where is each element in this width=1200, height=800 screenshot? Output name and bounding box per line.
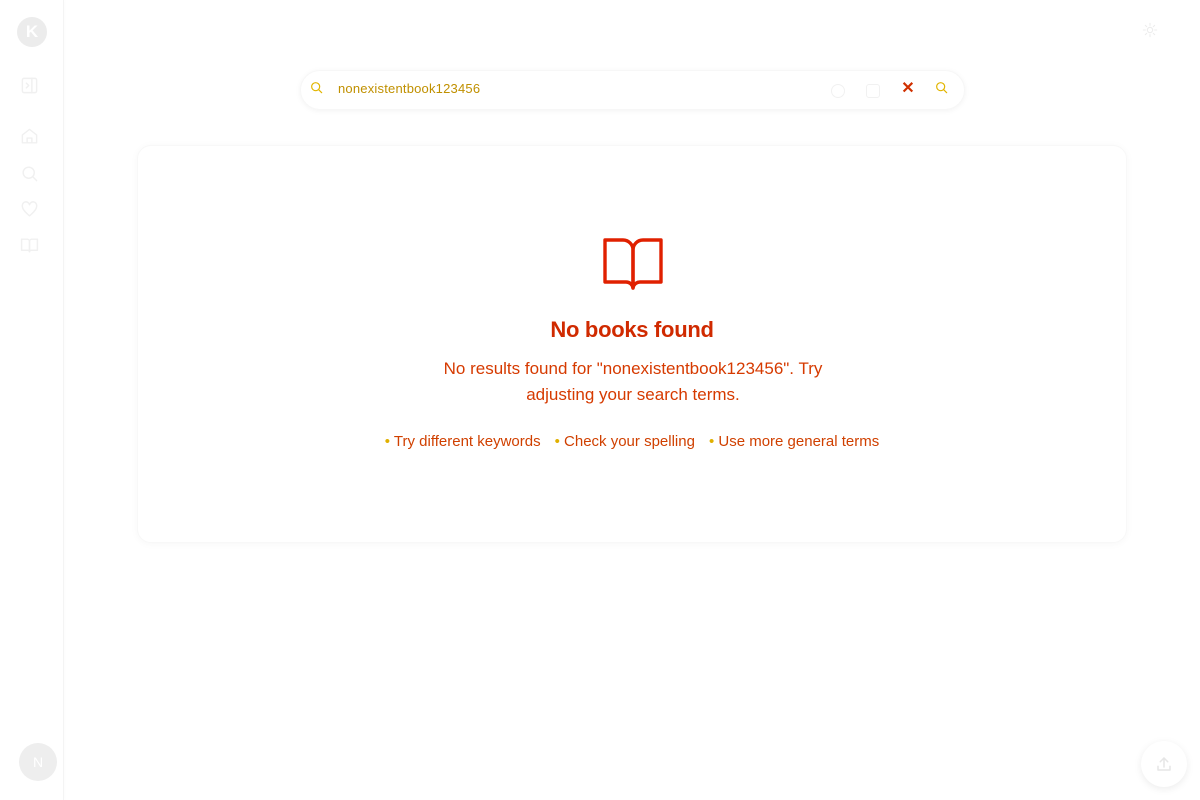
upload-icon [1157,757,1171,771]
book-open-icon [20,237,38,253]
search-tips: Try different keywords Check your spelli… [138,433,1126,450]
book-open-icon [601,230,665,294]
collapse-sidebar-icon [21,77,37,93]
search-icon [936,82,948,94]
tip-item: Try different keywords [385,433,541,450]
theme-toggle-button[interactable] [1140,20,1160,40]
sun-icon [1142,22,1158,38]
upload-button[interactable] [1141,741,1187,787]
sidebar-item-search[interactable] [18,162,40,184]
empty-state-message: No results found for "nonexistentbook123… [443,359,823,404]
empty-state-card: No books found No results found for "non… [137,145,1127,543]
sidebar: K N [0,0,64,800]
heart-icon [21,200,37,217]
empty-state-title: No books found [550,317,714,342]
collapse-sidebar-button[interactable] [18,74,40,96]
search-submit-button[interactable] [934,80,954,102]
search-bar: nonexistentbook123456 ✕ [300,70,965,110]
filter-icon[interactable] [831,84,845,98]
app-root: K N nonexistentbook123456 ✕ No books fou… [0,0,1200,800]
search-icon [21,165,37,181]
sidebar-item-home[interactable] [18,125,40,147]
clear-search-button[interactable]: ✕ [901,79,915,101]
tip-item: Use more general terms [709,433,879,450]
user-avatar[interactable]: N [19,743,57,781]
home-icon [21,128,37,144]
app-logo[interactable]: K [17,17,47,47]
search-icon [309,80,329,102]
search-input[interactable]: nonexistentbook123456 [338,81,480,96]
logo-letter: K [25,22,39,41]
avatar-letter: N [32,754,44,770]
tip-item: Check your spelling [555,433,695,450]
sidebar-item-favorites[interactable] [18,198,40,220]
sidebar-item-library[interactable] [18,234,40,256]
layout-icon[interactable] [866,84,880,98]
